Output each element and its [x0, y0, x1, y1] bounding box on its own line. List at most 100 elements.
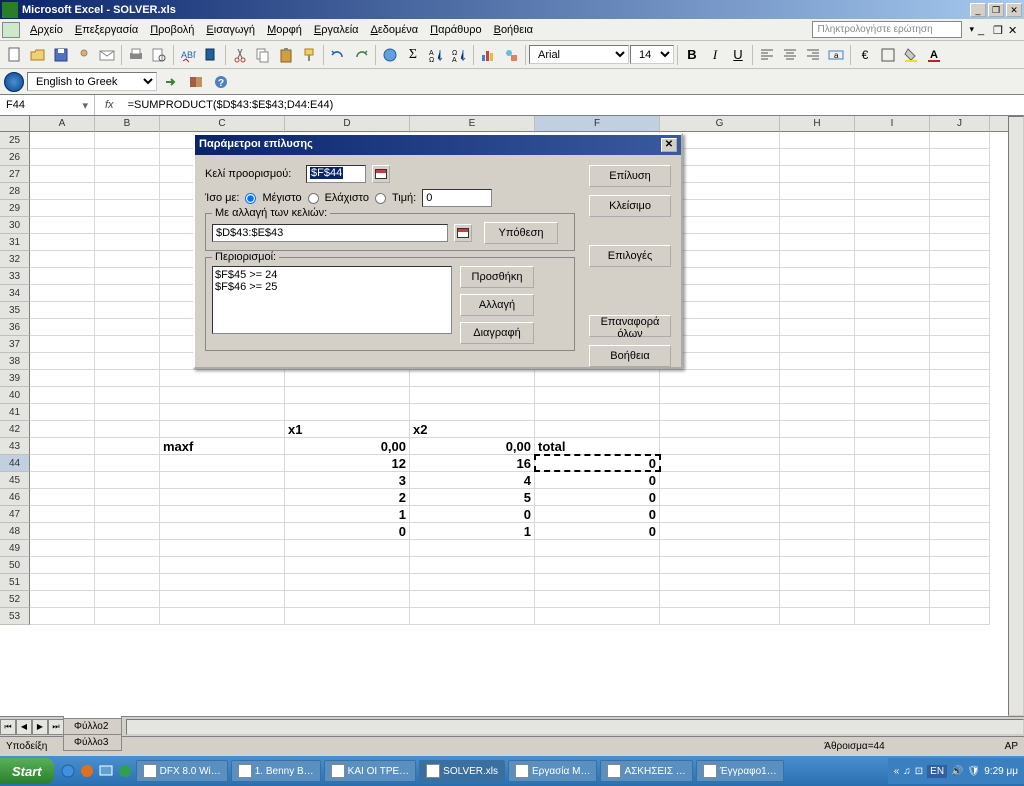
sheet-tab-Φύλλο2[interactable]: Φύλλο2: [63, 719, 122, 735]
row-header-27[interactable]: 27: [0, 166, 30, 183]
task-button[interactable]: ΑΣΚΗΣΕΙΣ …: [600, 760, 692, 782]
cell-F47[interactable]: 0: [535, 506, 660, 522]
value-of-input[interactable]: [422, 189, 492, 207]
row-header-48[interactable]: 48: [0, 523, 30, 540]
name-box[interactable]: F44 ▾: [0, 95, 95, 115]
currency-button[interactable]: €: [854, 44, 876, 66]
cell-B35[interactable]: [95, 302, 160, 318]
italic-button[interactable]: I: [704, 44, 726, 66]
vertical-scrollbar[interactable]: [1008, 116, 1024, 716]
align-left-button[interactable]: [756, 44, 778, 66]
cell-J42[interactable]: [930, 421, 990, 437]
cell-C44[interactable]: [160, 455, 285, 471]
cell-H40[interactable]: [780, 387, 855, 403]
cell-A46[interactable]: [30, 489, 95, 505]
row-header-44[interactable]: 44: [0, 455, 30, 472]
cell-J29[interactable]: [930, 200, 990, 216]
cell-F42[interactable]: [535, 421, 660, 437]
cell-I35[interactable]: [855, 302, 930, 318]
row-header-33[interactable]: 33: [0, 268, 30, 285]
cell-I41[interactable]: [855, 404, 930, 420]
menu-Εργαλεία[interactable]: Εργαλεία: [308, 22, 365, 38]
paste-button[interactable]: [275, 44, 297, 66]
cell-J26[interactable]: [930, 149, 990, 165]
cell-J53[interactable]: [930, 608, 990, 624]
cell-H29[interactable]: [780, 200, 855, 216]
cell-J31[interactable]: [930, 234, 990, 250]
row-header-37[interactable]: 37: [0, 336, 30, 353]
tray-icon[interactable]: 🔊: [951, 766, 963, 777]
align-right-button[interactable]: [802, 44, 824, 66]
cell-H44[interactable]: [780, 455, 855, 471]
row-header-34[interactable]: 34: [0, 285, 30, 302]
print-button[interactable]: [125, 44, 147, 66]
print-preview-button[interactable]: [148, 44, 170, 66]
cell-I52[interactable]: [855, 591, 930, 607]
cell-J43[interactable]: [930, 438, 990, 454]
cell-J27[interactable]: [930, 166, 990, 182]
new-button[interactable]: [4, 44, 26, 66]
translate-help-icon[interactable]: ?: [210, 71, 232, 93]
row-header-35[interactable]: 35: [0, 302, 30, 319]
cell-F48[interactable]: 0: [535, 523, 660, 539]
cell-A52[interactable]: [30, 591, 95, 607]
translate-icon[interactable]: [4, 72, 24, 92]
cell-I33[interactable]: [855, 268, 930, 284]
cell-I49[interactable]: [855, 540, 930, 556]
email-button[interactable]: [96, 44, 118, 66]
constraint-item[interactable]: $F$46 >= 25: [215, 281, 449, 293]
cell-F53[interactable]: [535, 608, 660, 624]
cell-B34[interactable]: [95, 285, 160, 301]
cell-I53[interactable]: [855, 608, 930, 624]
cell-I46[interactable]: [855, 489, 930, 505]
cell-B27[interactable]: [95, 166, 160, 182]
cell-D49[interactable]: [285, 540, 410, 556]
tab-first-button[interactable]: ⏮: [0, 719, 16, 735]
row-header-32[interactable]: 32: [0, 251, 30, 268]
cell-H42[interactable]: [780, 421, 855, 437]
cell-I42[interactable]: [855, 421, 930, 437]
menu-Προβολή[interactable]: Προβολή: [144, 22, 200, 38]
cell-E47[interactable]: 0: [410, 506, 535, 522]
cell-I43[interactable]: [855, 438, 930, 454]
cell-F46[interactable]: 0: [535, 489, 660, 505]
cell-G51[interactable]: [660, 574, 780, 590]
cell-H26[interactable]: [780, 149, 855, 165]
ie-icon[interactable]: [60, 763, 76, 779]
cell-B53[interactable]: [95, 608, 160, 624]
select-all-corner[interactable]: [0, 116, 30, 132]
cell-A42[interactable]: [30, 421, 95, 437]
cell-G39[interactable]: [660, 370, 780, 386]
cell-B44[interactable]: [95, 455, 160, 471]
cell-B39[interactable]: [95, 370, 160, 386]
cell-E39[interactable]: [410, 370, 535, 386]
cell-H35[interactable]: [780, 302, 855, 318]
col-header-H[interactable]: H: [780, 116, 855, 132]
help-button[interactable]: Βοήθεια: [589, 345, 671, 367]
dialog-close-button[interactable]: ✕: [661, 138, 677, 152]
cell-B47[interactable]: [95, 506, 160, 522]
cell-F43[interactable]: total: [535, 438, 660, 454]
format-painter-button[interactable]: [298, 44, 320, 66]
row-header-26[interactable]: 26: [0, 149, 30, 166]
cell-J45[interactable]: [930, 472, 990, 488]
cell-A28[interactable]: [30, 183, 95, 199]
row-header-53[interactable]: 53: [0, 608, 30, 625]
merge-center-button[interactable]: a: [825, 44, 847, 66]
cell-B31[interactable]: [95, 234, 160, 250]
cell-H39[interactable]: [780, 370, 855, 386]
cell-A39[interactable]: [30, 370, 95, 386]
cell-J50[interactable]: [930, 557, 990, 573]
cell-B26[interactable]: [95, 149, 160, 165]
cell-G53[interactable]: [660, 608, 780, 624]
save-button[interactable]: [50, 44, 72, 66]
cell-C51[interactable]: [160, 574, 285, 590]
menu-Μορφή[interactable]: Μορφή: [261, 22, 308, 38]
close-button[interactable]: Κλείσιμο: [589, 195, 671, 217]
target-ref-button[interactable]: [372, 165, 390, 183]
cell-B41[interactable]: [95, 404, 160, 420]
cell-J37[interactable]: [930, 336, 990, 352]
bold-button[interactable]: B: [681, 44, 703, 66]
start-button[interactable]: Start: [0, 758, 54, 784]
cell-J49[interactable]: [930, 540, 990, 556]
